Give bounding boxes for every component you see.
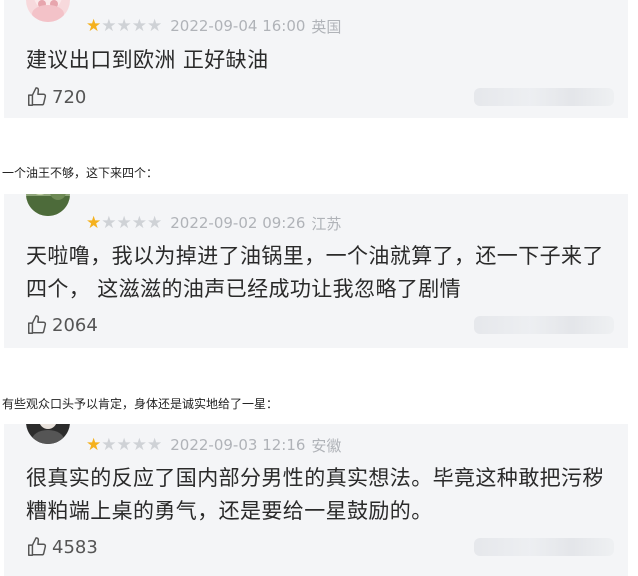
star-icon: ★ (101, 212, 117, 233)
caption: 一个油王不够，这下来四个： (2, 166, 159, 180)
rating-stars: ★ ★ ★ ★ ★ (86, 434, 163, 455)
comment-location: 江苏 (311, 214, 342, 233)
comment-location: 英国 (311, 17, 342, 36)
star-icon: ★ (86, 434, 102, 455)
comment-text: 天啦噜，我以为掉进了油锅里，一个油就算了，还一下子来了四个， 这滋滋的油声已经成… (26, 244, 604, 301)
comment-location: 安徽 (311, 436, 342, 455)
star-icon: ★ (131, 434, 147, 455)
star-icon: ★ (101, 434, 117, 455)
comment-date: 2022-09-03 12:16 (170, 436, 306, 454)
comment-card: ★ ★ ★ ★ ★ 2022-09-04 16:00 英国 建议出口到欧洲 正好… (4, 0, 628, 118)
comment-meta: ★ ★ ★ ★ ★ 2022-09-03 12:16 安徽 (86, 433, 341, 457)
star-icon: ★ (101, 15, 117, 36)
comment-meta: ★ ★ ★ ★ ★ 2022-09-02 09:26 江苏 (86, 211, 341, 235)
comment-date: 2022-09-02 09:26 (170, 214, 306, 232)
star-icon: ★ (147, 434, 163, 455)
star-icon: ★ (116, 212, 132, 233)
comment-card: ★ ★ ★ ★ ★ 2022-09-03 12:16 安徽 很真实的反应了国内部… (4, 424, 628, 576)
like-count: 720 (52, 86, 87, 108)
avatar[interactable] (26, 424, 70, 444)
comment-card: ★ ★ ★ ★ ★ 2022-09-02 09:26 江苏 天啦噜，我以为掉进了… (4, 194, 628, 348)
star-icon: ★ (147, 212, 163, 233)
comment-meta: ★ ★ ★ ★ ★ 2022-09-04 16:00 英国 (86, 14, 341, 38)
comment-text: 建议出口到欧洲 正好缺油 (26, 48, 269, 72)
rating-stars: ★ ★ ★ ★ ★ (86, 15, 163, 36)
star-icon: ★ (147, 15, 163, 36)
blurred-info (474, 538, 614, 556)
like-button[interactable]: 720 (26, 84, 86, 110)
like-count: 4583 (52, 536, 98, 558)
blurred-info (474, 316, 614, 334)
avatar[interactable] (26, 194, 70, 216)
thumbs-up-icon (28, 537, 47, 556)
star-icon: ★ (131, 15, 147, 36)
star-icon: ★ (86, 15, 102, 36)
star-icon: ★ (86, 212, 102, 233)
like-count: 2064 (52, 314, 98, 336)
caption: 有些观众口头予以肯定，身体还是诚实地给了一星： (2, 397, 279, 411)
blurred-info (474, 88, 614, 106)
star-icon: ★ (116, 434, 132, 455)
like-button[interactable]: 4583 (26, 534, 98, 560)
star-icon: ★ (116, 15, 132, 36)
like-button[interactable]: 2064 (26, 312, 98, 338)
avatar[interactable] (26, 0, 70, 22)
comment-date: 2022-09-04 16:00 (170, 17, 306, 35)
thumbs-up-icon (28, 315, 47, 334)
rating-stars: ★ ★ ★ ★ ★ (86, 212, 163, 233)
thumbs-up-icon (28, 87, 47, 106)
comment-text: 很真实的反应了国内部分男性的真实想法。毕竟这种敢把污秽糟粕端上桌的勇气，还是要给… (26, 466, 604, 523)
star-icon: ★ (131, 212, 147, 233)
